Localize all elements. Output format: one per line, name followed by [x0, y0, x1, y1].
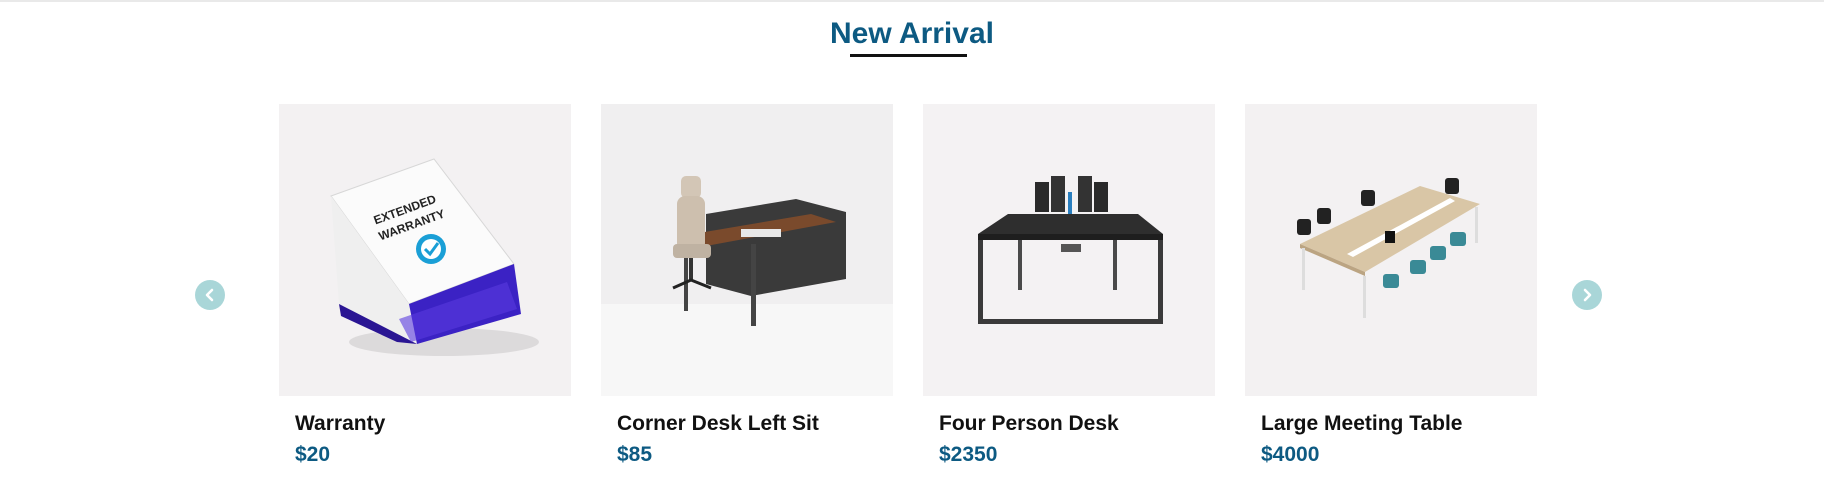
product-name[interactable]: Large Meeting Table: [1261, 412, 1462, 436]
product-price: $2350: [939, 443, 998, 466]
product-card-four-person-desk[interactable]: Four Person Desk $2350: [923, 104, 1215, 466]
header-divider: [0, 0, 1824, 2]
product-price: $4000: [1261, 443, 1320, 466]
product-price: $20: [295, 443, 331, 466]
product-image-four-person-desk[interactable]: [923, 104, 1215, 396]
product-price: $85: [617, 443, 653, 466]
title-underline: [850, 54, 967, 57]
product-image-warranty[interactable]: EXTENDED WARRANTY: [279, 104, 571, 396]
product-card-large-meeting-table[interactable]: Large Meeting Table $4000: [1245, 104, 1537, 466]
chevron-right-icon: [1583, 288, 1592, 302]
product-image-large-meeting-table[interactable]: [1245, 104, 1537, 396]
product-image-corner-desk[interactable]: [601, 104, 893, 396]
product-name[interactable]: Corner Desk Left Sit: [617, 412, 819, 436]
carousel-prev-button[interactable]: [195, 280, 225, 310]
product-name[interactable]: Four Person Desk: [939, 412, 1119, 436]
product-card-corner-desk[interactable]: Corner Desk Left Sit $85: [601, 104, 893, 466]
carousel-next-button[interactable]: [1572, 280, 1602, 310]
product-name[interactable]: Warranty: [295, 412, 385, 436]
product-card-warranty[interactable]: EXTENDED WARRANTY Warranty $20: [279, 104, 571, 466]
section-title: New Arrival: [830, 17, 994, 50]
chevron-left-icon: [205, 288, 214, 302]
